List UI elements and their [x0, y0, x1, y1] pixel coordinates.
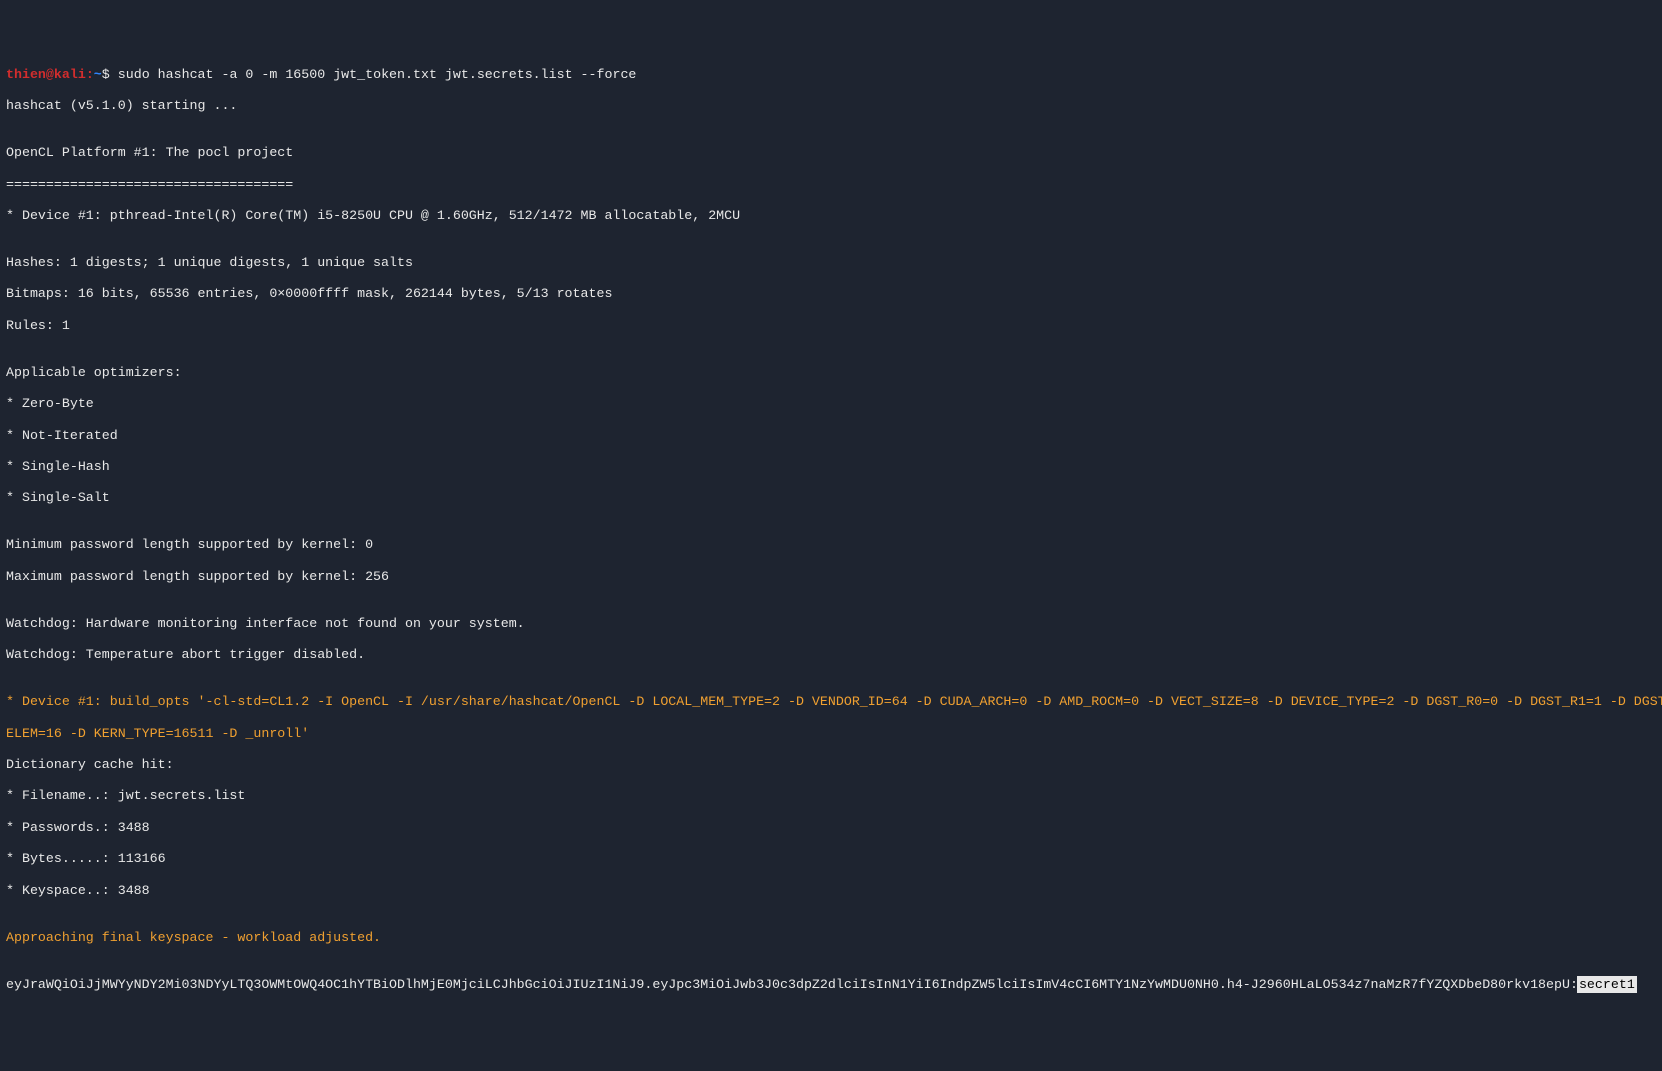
out-build1: * Device #1: build_opts '-cl-std=CL1.2 -… [6, 694, 1656, 710]
out-opt4: * Single-Salt [6, 490, 1656, 506]
prompt-user: thien [6, 67, 46, 82]
out-platform: OpenCL Platform #1: The pocl project [6, 145, 1656, 161]
out-bitmaps: Bitmaps: 16 bits, 65536 entries, 0×0000f… [6, 286, 1656, 302]
typed-command: sudo hashcat -a 0 -m 16500 jwt_token.txt… [118, 67, 637, 82]
prompt-at: @ [46, 67, 54, 82]
out-approach: Approaching final keyspace - workload ad… [6, 930, 1656, 946]
out-rules: Rules: 1 [6, 318, 1656, 334]
out-device: * Device #1: pthread-Intel(R) Core(TM) i… [6, 208, 1656, 224]
prompt-dollar: $ [102, 67, 118, 82]
jwt-hash: eyJraWQiOiJjMWYyNDY2Mi03NDYyLTQ3OWMtOWQ4… [6, 977, 1578, 992]
cracked-secret: secret1 [1578, 977, 1636, 992]
out-minpw: Minimum password length supported by ker… [6, 537, 1656, 553]
out-opt1: * Zero-Byte [6, 396, 1656, 412]
out-starting: hashcat (v5.1.0) starting ... [6, 98, 1656, 114]
out-opt-header: Applicable optimizers: [6, 365, 1656, 381]
out-dict-header: Dictionary cache hit: [6, 757, 1656, 773]
out-dict2: * Passwords.: 3488 [6, 820, 1656, 836]
out-wd2: Watchdog: Temperature abort trigger disa… [6, 647, 1656, 663]
out-wd1: Watchdog: Hardware monitoring interface … [6, 616, 1656, 632]
out-build2: ELEM=16 -D KERN_TYPE=16511 -D _unroll' [6, 726, 1656, 742]
prompt-path: ~ [94, 67, 102, 82]
out-dict3: * Bytes.....: 113166 [6, 851, 1656, 867]
out-dict1: * Filename..: jwt.secrets.list [6, 788, 1656, 804]
out-maxpw: Maximum password length supported by ker… [6, 569, 1656, 585]
out-eqline: ==================================== [6, 177, 1656, 193]
prompt-sep: : [86, 67, 94, 82]
prompt-line[interactable]: thien@kali:~$ sudo hashcat -a 0 -m 16500… [6, 67, 1656, 83]
out-hashes: Hashes: 1 digests; 1 unique digests, 1 u… [6, 255, 1656, 271]
out-opt2: * Not-Iterated [6, 428, 1656, 444]
out-opt3: * Single-Hash [6, 459, 1656, 475]
out-result-line: eyJraWQiOiJjMWYyNDY2Mi03NDYyLTQ3OWMtOWQ4… [6, 977, 1656, 993]
out-dict4: * Keyspace..: 3488 [6, 883, 1656, 899]
prompt-host: kali [54, 67, 86, 82]
